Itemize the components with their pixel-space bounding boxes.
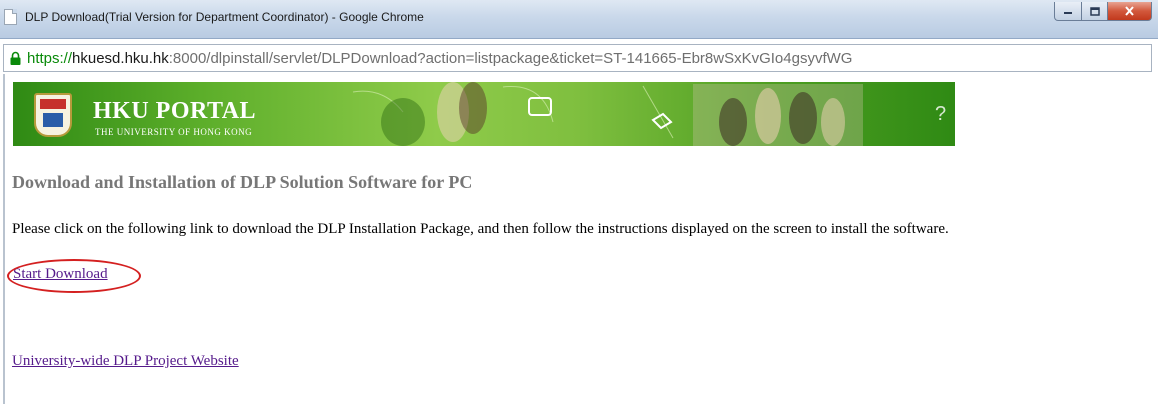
window-title: DLP Download(Trial Version for Departmen… [25, 10, 424, 24]
minimize-button[interactable] [1054, 2, 1082, 21]
window-titlebar[interactable]: DLP Download(Trial Version for Departmen… [0, 0, 1158, 39]
banner-subtitle: THE UNIVERSITY OF HONG KONG [95, 127, 253, 137]
maximize-button[interactable] [1082, 2, 1108, 21]
url-host: hkuesd.hku.hk [72, 50, 169, 67]
window-controls [1054, 2, 1152, 21]
address-bar[interactable]: https://hkuesd.hku.hk:8000/dlpinstall/se… [3, 44, 1152, 72]
banner-decoration: ? [352, 82, 946, 146]
url-scheme: https:// [27, 50, 73, 67]
page-title: Download and Installation of DLP Solutio… [12, 172, 473, 192]
url-text[interactable]: https://hkuesd.hku.hk:8000/dlpinstall/se… [27, 50, 852, 67]
lock-icon [10, 51, 21, 65]
page-border [3, 74, 5, 404]
project-website-link[interactable]: University-wide DLP Project Website [12, 353, 239, 370]
minimize-icon [1064, 12, 1072, 14]
url-path: :8000/dlpinstall/servlet/DLPDownload?act… [168, 50, 853, 67]
hku-portal-banner: HKU PORTAL THE UNIVERSITY OF HONG KONG ? [13, 82, 955, 146]
close-button[interactable] [1108, 2, 1152, 21]
banner-title: HKU PORTAL [93, 98, 257, 124]
start-download-link[interactable]: Start Download [13, 266, 108, 283]
university-crest-icon [34, 93, 72, 137]
close-icon [1125, 6, 1134, 16]
page-icon [4, 9, 17, 25]
maximize-icon [1089, 6, 1100, 16]
svg-text:?: ? [935, 103, 946, 125]
instruction-text: Please click on the following link to do… [12, 221, 949, 237]
